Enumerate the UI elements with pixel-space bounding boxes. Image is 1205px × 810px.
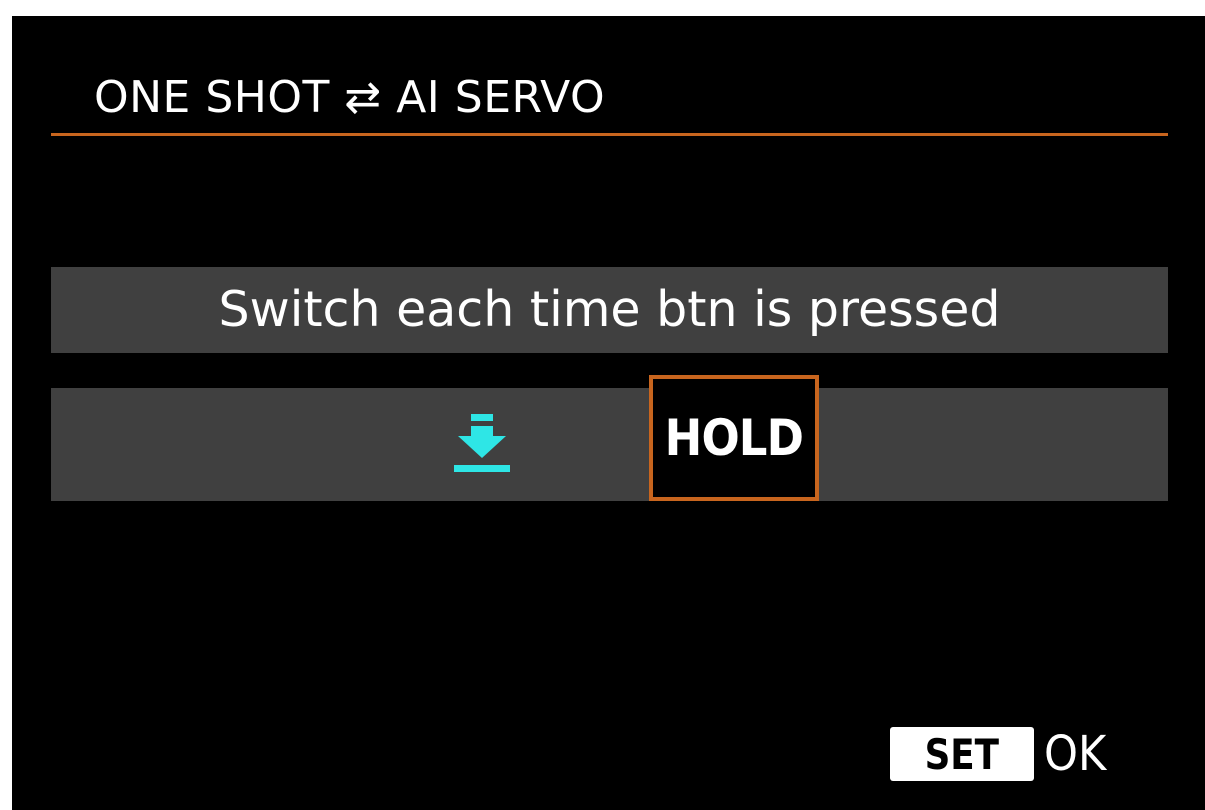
option-switch-label: Switch each time btn is pressed (218, 281, 1001, 338)
title-divider (51, 133, 1168, 136)
ok-label: OK (1044, 726, 1107, 782)
option-row-hold: HOLD (51, 375, 1168, 501)
option-switch-each-press[interactable]: Switch each time btn is pressed (51, 267, 1168, 353)
set-label: SET (924, 729, 1000, 779)
press-hold-icon[interactable] (454, 414, 510, 474)
set-button-badge[interactable]: SET (890, 727, 1034, 781)
option-hold-selected[interactable]: HOLD (649, 375, 819, 501)
option-hold-label: HOLD (664, 409, 804, 467)
menu-title: ONE SHOT ⇄ AI SERVO (94, 72, 606, 123)
camera-menu-screen: ONE SHOT ⇄ AI SERVO Switch each time btn… (12, 16, 1205, 810)
set-ok-hint[interactable]: SET OK (890, 724, 1113, 784)
